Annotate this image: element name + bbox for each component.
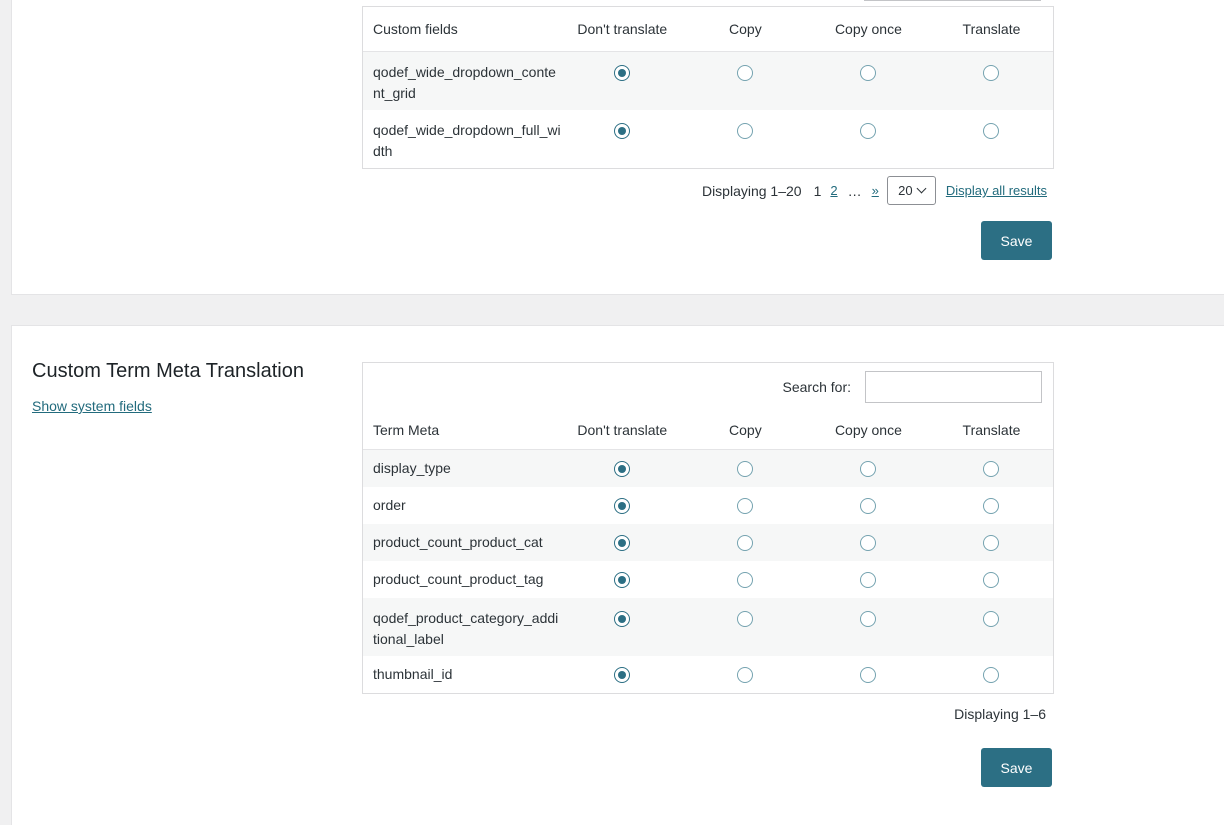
search-label: Search for: (782, 379, 851, 395)
per-page-select[interactable]: 20 (886, 176, 936, 205)
term-meta-name: display_type (373, 460, 451, 476)
copy-radio[interactable] (737, 65, 754, 81)
table-header: Custom fields Don't translate Copy Copy … (363, 7, 1053, 52)
dont-translate-radio[interactable] (614, 498, 631, 514)
copy-once-radio[interactable] (860, 535, 877, 551)
column-header-name: Custom fields (373, 20, 458, 37)
translate-radio[interactable] (983, 572, 1000, 588)
copy-once-radio[interactable] (860, 498, 877, 514)
table-row: product_count_product_tag (363, 561, 1053, 598)
dont-translate-radio[interactable] (614, 461, 631, 477)
dont-translate-radio[interactable] (614, 65, 631, 81)
copy-radio[interactable] (737, 535, 754, 551)
copy-radio[interactable] (737, 572, 754, 588)
table-row: product_count_product_cat (363, 524, 1053, 561)
pagination: Displaying 1–20 1 2 … » 20 Display all r… (702, 176, 1047, 205)
copy-radio[interactable] (737, 611, 754, 627)
search-input[interactable] (865, 371, 1042, 403)
copy-radio[interactable] (737, 123, 754, 139)
column-header-copy: Copy (729, 21, 762, 37)
field-name: qodef_wide_dropdown_full_width (373, 122, 561, 159)
translate-radio[interactable] (983, 65, 1000, 81)
save-button[interactable]: Save (981, 748, 1052, 787)
translate-radio[interactable] (983, 611, 1000, 627)
table-row: qodef_wide_dropdown_full_width (363, 110, 1053, 168)
copy-once-radio[interactable] (860, 667, 877, 683)
term-meta-name: qodef_product_category_additional_label (373, 610, 559, 647)
column-header-dont-translate: Don't translate (577, 21, 668, 37)
copy-once-radio[interactable] (860, 461, 877, 477)
column-header-copy: Copy (729, 422, 762, 438)
copy-radio[interactable] (737, 498, 754, 514)
copy-radio[interactable] (737, 667, 754, 683)
column-header-name: Term Meta (373, 421, 440, 438)
dont-translate-radio[interactable] (614, 535, 631, 551)
section-title: Custom Term Meta Translation (32, 360, 304, 382)
term-meta-name: product_count_product_tag (373, 571, 544, 587)
column-header-dont-translate: Don't translate (577, 422, 668, 438)
term-meta-name: order (373, 497, 406, 513)
column-header-copy-once: Copy once (834, 21, 902, 37)
term-meta-table: Search for: Term Meta Don't translate Co… (362, 362, 1054, 694)
current-page: 1 (813, 182, 822, 199)
table-row: qodef_wide_dropdown_content_grid (363, 52, 1053, 110)
dont-translate-radio[interactable] (614, 123, 631, 139)
dont-translate-radio[interactable] (614, 667, 631, 683)
copy-once-radio[interactable] (860, 611, 877, 627)
save-button[interactable]: Save (981, 221, 1052, 260)
table-header: Term Meta Don't translate Copy Copy once… (363, 411, 1053, 450)
custom-fields-table: Custom fields Don't translate Copy Copy … (362, 6, 1054, 169)
show-system-fields-link[interactable]: Show system fields (32, 398, 152, 414)
page-2-link[interactable]: 2 (830, 183, 837, 198)
field-name: qodef_wide_dropdown_content_grid (373, 64, 556, 101)
custom-fields-panel: Custom fields Don't translate Copy Copy … (11, 0, 1224, 295)
column-header-translate: Translate (962, 21, 1021, 37)
next-page-link[interactable]: » (872, 183, 879, 198)
search-row: Search for: (363, 363, 1053, 411)
term-meta-panel: Custom Term Meta Translation Show system… (11, 325, 1224, 825)
table-row: order (363, 487, 1053, 524)
display-all-results-link[interactable]: Display all results (946, 183, 1047, 198)
copy-radio[interactable] (737, 461, 754, 477)
chevron-down-icon (916, 183, 927, 194)
column-header-copy-once: Copy once (834, 422, 902, 438)
term-meta-name: thumbnail_id (373, 666, 453, 682)
table-row: display_type (363, 450, 1053, 487)
dont-translate-radio[interactable] (614, 611, 631, 627)
displaying-count: Displaying 1–20 (701, 182, 802, 199)
translate-radio[interactable] (983, 461, 1000, 477)
table-row: thumbnail_id (363, 656, 1053, 693)
per-page-value: 20 (898, 183, 913, 198)
translate-radio[interactable] (983, 667, 1000, 683)
column-header-translate: Translate (962, 422, 1021, 438)
table-row: qodef_product_category_additional_label (363, 598, 1053, 656)
copy-once-radio[interactable] (860, 123, 877, 139)
translate-radio[interactable] (983, 123, 1000, 139)
copy-once-radio[interactable] (860, 572, 877, 588)
translate-radio[interactable] (983, 535, 1000, 551)
search-input-fragment[interactable] (864, 0, 1041, 1)
pagination-ellipsis: … (847, 182, 862, 199)
dont-translate-radio[interactable] (614, 572, 631, 588)
displaying-count: Displaying 1–6 (954, 706, 1046, 722)
term-meta-name: product_count_product_cat (373, 534, 543, 550)
copy-once-radio[interactable] (860, 65, 877, 81)
translate-radio[interactable] (983, 498, 1000, 514)
